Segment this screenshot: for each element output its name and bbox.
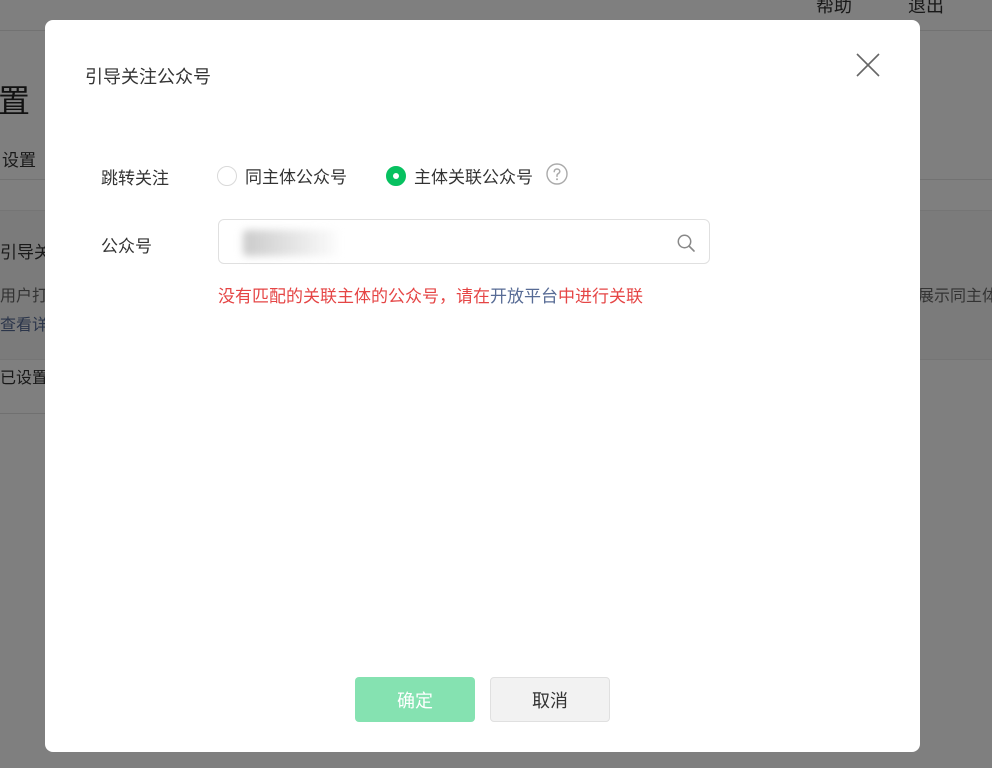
radio-label: 同主体公众号 (245, 168, 347, 188)
radio-same-entity[interactable]: 同主体公众号 (217, 163, 347, 188)
account-search-input[interactable] (233, 220, 663, 263)
dialog-title: 引导关注公众号 (85, 67, 211, 88)
radio-circle (217, 165, 237, 186)
close-icon (856, 53, 880, 77)
error-text-tail: 中进行关联 (558, 287, 643, 307)
account-label: 公众号 (101, 237, 152, 257)
radio-label: 主体关联公众号 (414, 168, 533, 188)
close-button[interactable] (853, 50, 883, 80)
question-circle-icon[interactable] (546, 163, 568, 185)
open-platform-link[interactable]: 开放平台 (490, 287, 558, 307)
account-search-box (218, 219, 710, 264)
error-message: 没有匹配的关联主体的公众号，请在开放平台中进行关联 (218, 282, 643, 307)
radio-circle-checked (386, 165, 406, 186)
search-icon[interactable] (676, 233, 696, 253)
jump-follow-label: 跳转关注 (101, 169, 169, 189)
error-text: 没有匹配的关联主体的公众号，请在 (218, 287, 490, 307)
confirm-button[interactable]: 确定 (355, 677, 475, 722)
cancel-button[interactable]: 取消 (490, 677, 610, 722)
radio-linked-entity[interactable]: 主体关联公众号 (386, 163, 533, 188)
guide-follow-dialog: 引导关注公众号 跳转关注 同主体公众号 主体关联公众号 公众号 没有匹配的关联主… (45, 20, 920, 752)
